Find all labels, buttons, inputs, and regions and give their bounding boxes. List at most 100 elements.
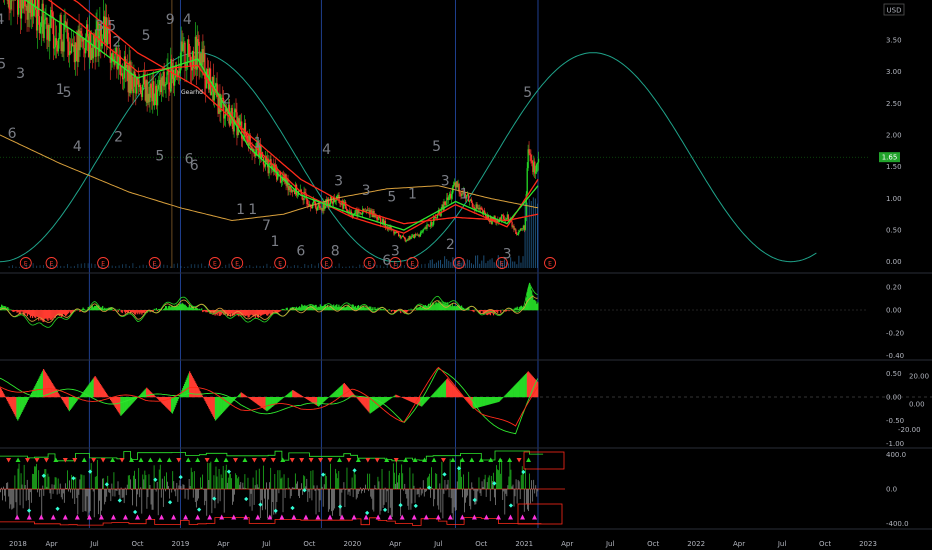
indicator-bar <box>462 489 463 498</box>
earnings-marker-label: E <box>24 261 28 268</box>
indicator-bar <box>49 489 51 494</box>
indicator-bar <box>525 489 527 505</box>
indicator-bar <box>204 489 206 506</box>
indicator-bar <box>487 477 489 489</box>
histogram-bar <box>532 294 534 311</box>
indicator-bar <box>471 482 473 489</box>
indicator-bar <box>378 481 380 489</box>
indicator-bar <box>488 475 490 489</box>
indicator-bar <box>441 461 443 489</box>
indicator-bar <box>172 471 174 489</box>
indicator-bar <box>181 489 183 490</box>
volume-bar <box>528 198 530 268</box>
indicator-bar <box>476 489 478 502</box>
indicator-bar <box>432 488 434 489</box>
histogram-bar <box>425 306 428 311</box>
indicator-bar <box>482 487 484 489</box>
candle-body <box>405 240 407 242</box>
indicator-bar <box>192 489 194 498</box>
indicator-bar <box>393 472 395 489</box>
indicator-bar <box>232 489 233 505</box>
earnings-marker-label: E <box>325 261 329 268</box>
trading-chart[interactable]: EEEEEEEEEEEEEE45361543525294566211171643… <box>0 0 932 550</box>
candle-body <box>536 164 538 172</box>
volume-bar <box>362 265 364 268</box>
histogram-bar <box>137 310 139 315</box>
candle-body <box>316 207 318 211</box>
indicator-bar <box>347 489 349 495</box>
currency-box[interactable]: USD <box>883 3 905 16</box>
candle-body <box>139 84 142 93</box>
volume-bar <box>259 266 261 268</box>
y-tick-label: 1.00 <box>886 195 902 203</box>
candle-body <box>448 196 450 200</box>
candle-body <box>101 42 103 47</box>
indicator-bar <box>291 487 293 489</box>
indicator-bar <box>95 476 97 489</box>
volume-bar <box>80 263 82 268</box>
earnings-marker-label: E <box>368 261 372 268</box>
indicator-bar <box>455 489 457 511</box>
candle-body <box>513 225 515 230</box>
volume-bar <box>516 264 518 268</box>
histogram-bar <box>238 310 240 317</box>
indicator-bar <box>361 489 363 492</box>
indicator-bar <box>294 473 296 489</box>
histogram-bar <box>121 310 123 314</box>
indicator-bar <box>59 483 61 489</box>
candle-body <box>156 89 159 106</box>
indicator-bar <box>104 489 106 505</box>
candle-body <box>518 231 520 235</box>
chart-annotation: Gearhd <box>181 89 203 96</box>
histogram-bar <box>273 310 275 312</box>
indicator-bar <box>87 489 89 517</box>
volume-bar <box>87 263 89 268</box>
indicator-bar <box>101 489 102 511</box>
indicator-bar <box>24 484 26 489</box>
indicator-bar <box>451 489 453 514</box>
histogram-bar <box>63 310 66 315</box>
volume-bar <box>493 262 495 268</box>
histogram-bar <box>489 310 492 316</box>
histogram-bar <box>154 309 156 311</box>
candle-body <box>521 228 524 230</box>
indicator-bar <box>358 489 360 492</box>
indicator-bar <box>226 482 228 489</box>
volume-bar <box>228 263 230 268</box>
volume-bar <box>177 263 179 268</box>
indicator-bar <box>370 489 372 497</box>
indicator-bar <box>501 459 503 489</box>
indicator-bar <box>57 478 59 489</box>
x-tick-label: 2020 <box>343 540 361 548</box>
indicator-bar <box>231 478 232 489</box>
histogram-bar <box>33 310 35 317</box>
indicator-bar <box>392 463 394 489</box>
histogram-bar <box>513 308 515 311</box>
histogram-bar <box>470 310 472 311</box>
indicator-bar <box>348 489 350 492</box>
indicator-bar <box>436 473 438 489</box>
histogram-bar <box>279 310 281 312</box>
candle-body <box>154 101 156 106</box>
histogram-bar <box>372 307 374 311</box>
x-tick-label: Apr <box>561 540 573 548</box>
volume-bar <box>266 263 268 268</box>
histogram-bar <box>153 308 155 311</box>
histogram-bar <box>179 303 181 311</box>
histogram-bar <box>424 304 427 311</box>
indicator-bar <box>188 478 190 489</box>
candle-body <box>51 10 53 13</box>
volume-bar <box>77 263 79 268</box>
histogram-bar <box>14 310 16 312</box>
indicator-bar <box>449 458 451 489</box>
indicator-bar <box>486 482 488 489</box>
candle-body <box>431 222 433 225</box>
histogram-bar <box>228 310 231 315</box>
histogram-bar <box>94 305 97 311</box>
histogram-bar <box>59 310 62 316</box>
histogram-bar <box>244 310 246 317</box>
indicator-bar <box>70 489 72 493</box>
wave-count-label: 7 <box>262 218 271 234</box>
indicator-bar <box>159 464 161 489</box>
indicator-bar <box>217 489 219 504</box>
